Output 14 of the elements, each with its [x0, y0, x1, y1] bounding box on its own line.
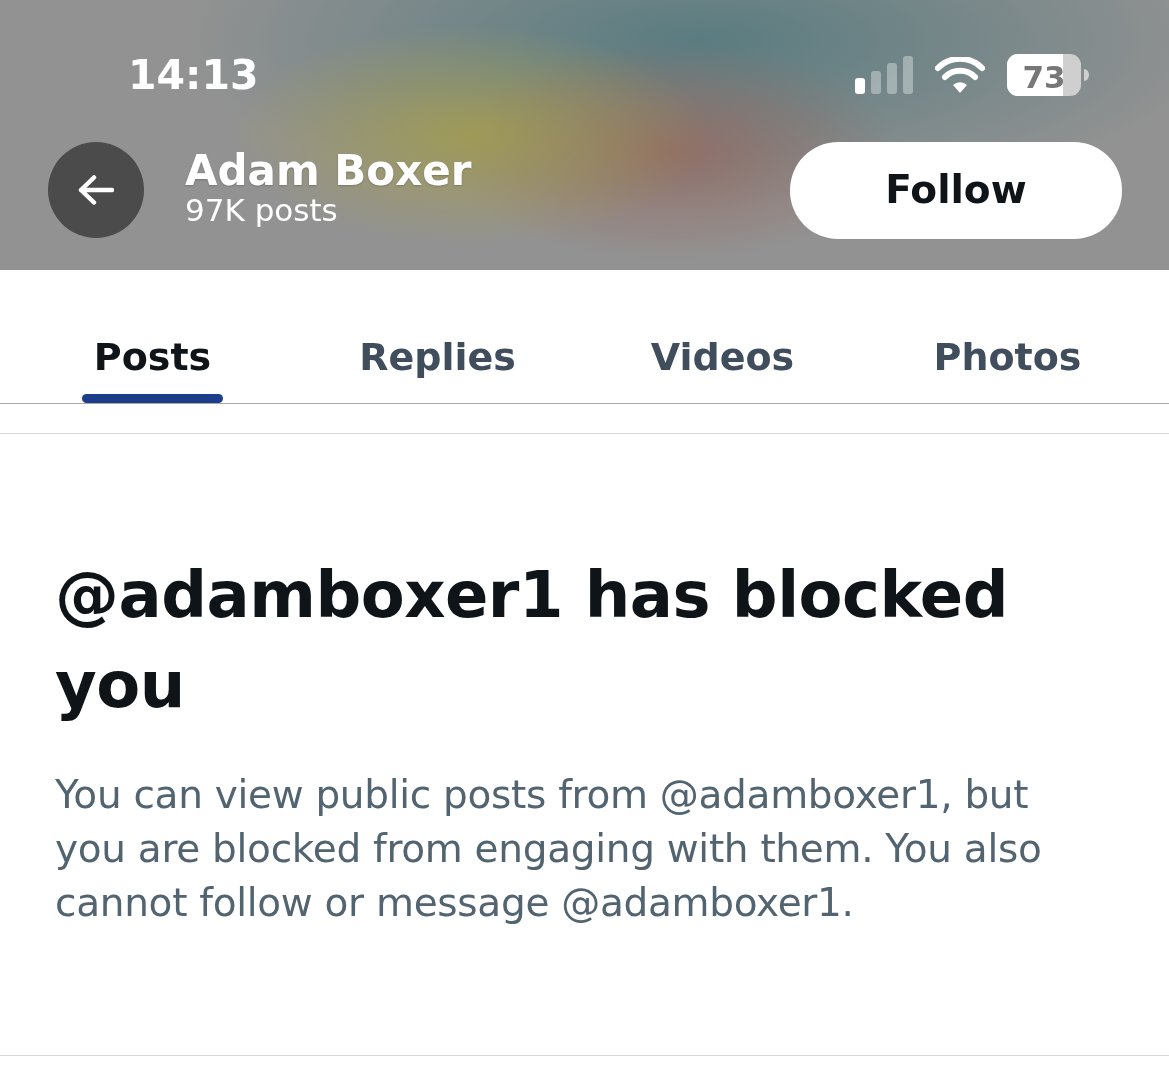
back-arrow-icon [78, 175, 114, 205]
follow-button[interactable]: Follow [790, 141, 1122, 239]
blocked-title: @adamboxer1 has blocked you [55, 557, 1010, 724]
tab[interactable]: Replies [347, 270, 528, 403]
tab[interactable]: Posts [81, 270, 224, 403]
wifi-icon [935, 57, 985, 93]
blocked-message: You can view public posts from @adamboxer1, but you are blocked from engaging with them. You also cannot follow or message @adamboxer1. [55, 771, 1043, 927]
signal-icon [855, 56, 913, 94]
status-time: 14:13 [128, 54, 259, 96]
post-count: 97K posts [185, 193, 338, 228]
tab[interactable]: Photos [921, 270, 1094, 403]
tab[interactable]: Videos [638, 270, 807, 403]
battery-indicator: 73 [1007, 54, 1089, 96]
profile-name: Adam Boxer [185, 148, 472, 193]
